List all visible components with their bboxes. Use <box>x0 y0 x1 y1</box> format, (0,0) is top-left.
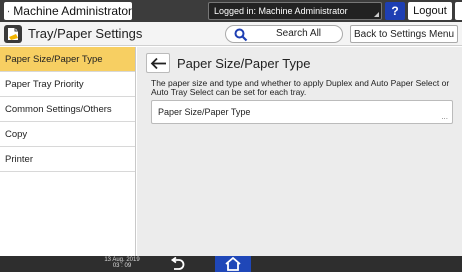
search-all-label: Search All <box>276 28 322 39</box>
back-to-settings-menu-button[interactable]: Back to Settings Menu <box>350 25 458 43</box>
search-icon <box>234 28 248 42</box>
title-bar: Tray/Paper Settings Search All Back to S… <box>0 22 462 46</box>
sidebar-item-copy[interactable]: Copy <box>0 122 135 147</box>
corner-indicator-icon <box>374 12 379 17</box>
user-icon <box>8 10 10 12</box>
top-bar: Machine Administrator Logged in: Machine… <box>0 0 462 22</box>
app-title: Tray/Paper Settings <box>28 26 143 41</box>
energy-saver-button[interactable] <box>455 2 462 20</box>
moon-icon <box>459 6 462 16</box>
login-status-text: Logged in: Machine Administrator <box>214 6 348 16</box>
back-arrow-icon <box>150 57 166 70</box>
return-icon[interactable] <box>168 257 186 271</box>
sidebar: Paper Size/Paper Type Paper Tray Priorit… <box>0 47 136 256</box>
back-button[interactable] <box>146 53 170 73</box>
user-button[interactable]: Machine Administrator <box>4 2 132 20</box>
home-icon <box>225 257 241 271</box>
setting-label: Paper Size/Paper Type <box>158 107 251 117</box>
logout-button[interactable]: Logout <box>408 2 452 20</box>
help-button[interactable]: ? <box>385 2 405 20</box>
login-status-box[interactable]: Logged in: Machine Administrator <box>208 2 382 20</box>
time-text: 03 : 09 <box>112 263 132 269</box>
sidebar-item-printer[interactable]: Printer <box>0 147 135 172</box>
tray-paper-icon <box>4 25 22 43</box>
home-button[interactable] <box>215 256 251 272</box>
sidebar-item-paper-tray-priority[interactable]: Paper Tray Priority <box>0 72 135 97</box>
search-all-button[interactable]: Search All <box>225 25 343 43</box>
page-title: Paper Size/Paper Type <box>177 56 311 71</box>
main-panel: Paper Size/Paper Type The paper size and… <box>137 47 462 256</box>
sidebar-item-common-settings[interactable]: Common Settings/Others <box>0 97 135 122</box>
more-indicator: ... <box>441 112 448 121</box>
sidebar-item-paper-size-type[interactable]: Paper Size/Paper Type <box>0 47 135 72</box>
user-name: Machine Administrator <box>13 4 132 18</box>
page-description: The paper size and type and whether to a… <box>151 78 450 97</box>
date-time: 13 Aug. 2019 03 : 09 <box>92 257 152 269</box>
paper-size-type-setting[interactable]: Paper Size/Paper Type ... <box>151 100 453 124</box>
bottom-bar: 13 Aug. 2019 03 : 09 <box>0 256 462 272</box>
